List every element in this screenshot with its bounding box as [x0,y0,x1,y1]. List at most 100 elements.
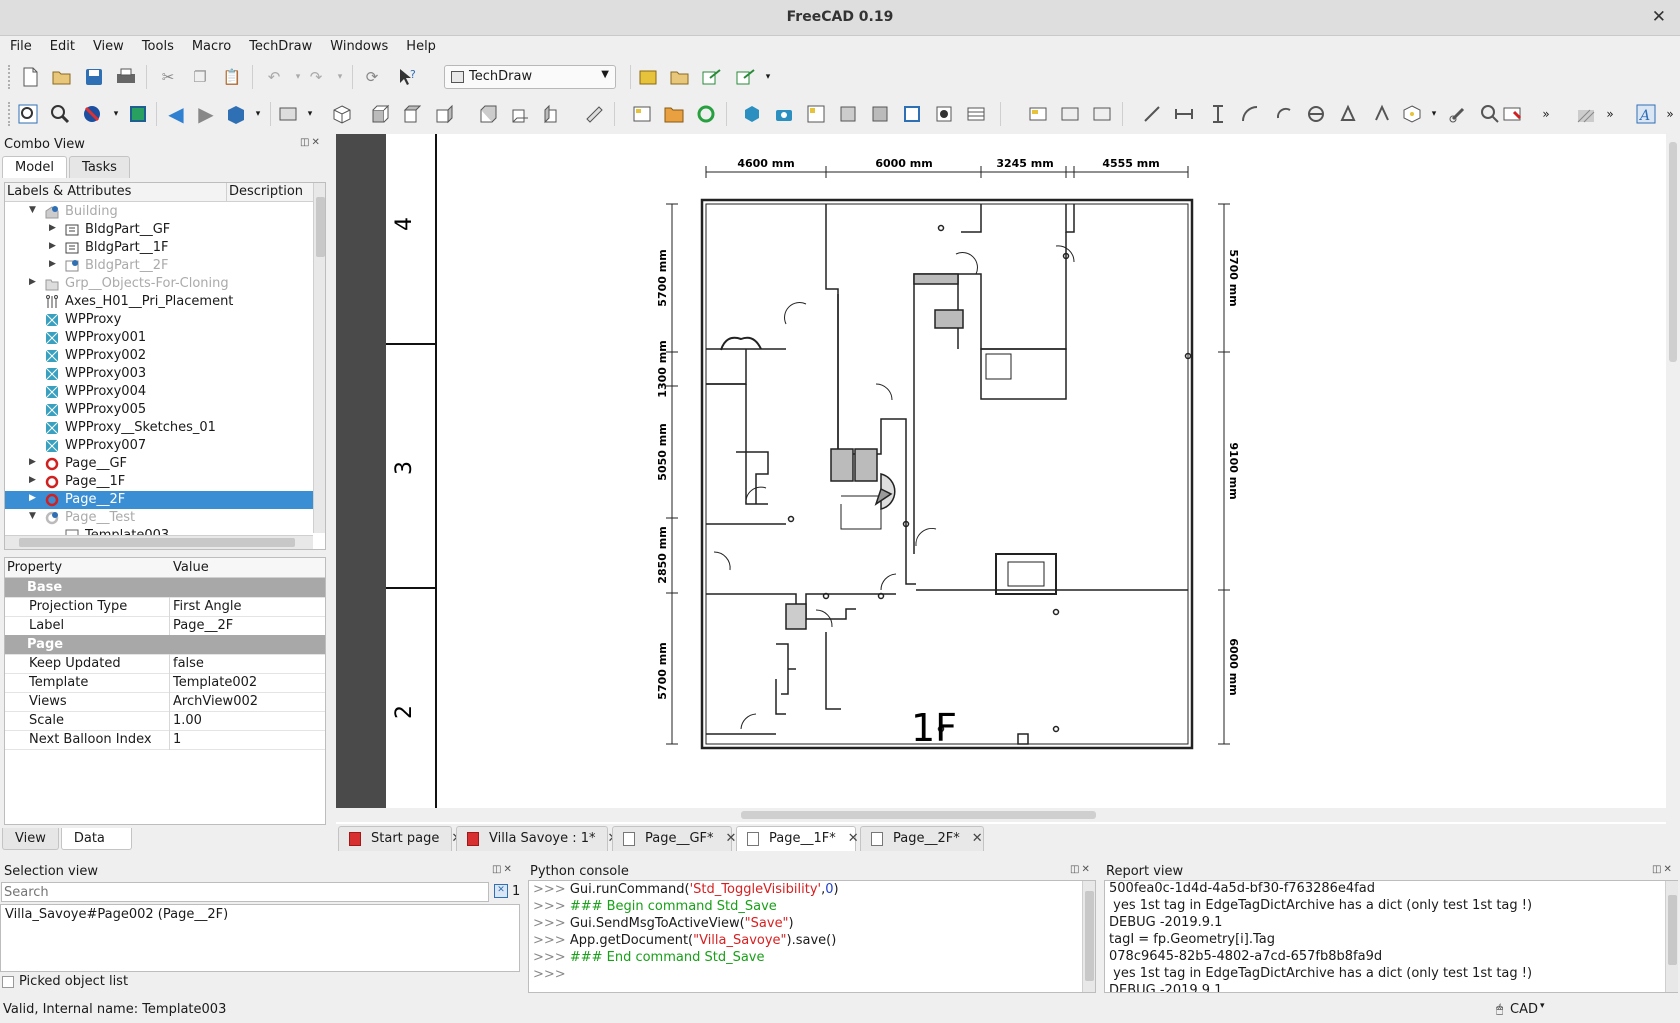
property-row[interactable]: Label Page__2F [5,616,325,636]
expand-arrow-icon[interactable]: ▶ [49,241,59,251]
property-group[interactable]: Page [5,635,325,655]
property-row[interactable]: Keep Updated false [5,654,325,674]
angle-dimension-icon[interactable] [1304,102,1328,126]
scroll-thumb[interactable] [1668,895,1677,965]
tree-vertical-scrollbar[interactable] [313,183,325,533]
dock-float-close-icon[interactable]: ◫✕ [492,864,514,875]
property-value[interactable]: Page__2F [173,618,233,633]
export-page-svg-icon[interactable] [1500,102,1524,126]
top-view-icon[interactable] [400,102,424,126]
scroll-thumb[interactable] [19,538,295,547]
property-value[interactable]: ArchView002 [173,694,258,709]
undo-icon[interactable]: ↶ [262,65,286,89]
new-document-icon[interactable] [18,65,42,89]
property-value[interactable]: 1.00 [173,713,202,728]
print-icon[interactable] [114,65,138,89]
insert-default-page-icon[interactable] [662,102,686,126]
toolbar-grip[interactable] [8,65,12,89]
property-value[interactable]: First Angle [173,599,242,614]
tree-item[interactable]: ▶ Page__1F [5,473,315,491]
std-views-icon[interactable] [276,102,300,126]
macro-record-icon[interactable] [636,65,660,89]
close-window-icon[interactable]: ✕ [1652,7,1666,27]
projection-group-icon[interactable] [804,102,828,126]
property-header-name[interactable]: Property [7,560,62,575]
menu-windows[interactable]: Windows [320,36,396,54]
tree-item[interactable]: ▶ BldgPart__2F [5,257,315,275]
document-tab[interactable]: Page__2F* ✕ [860,826,984,851]
tree-item[interactable]: Template003 [5,527,315,535]
tree-item[interactable]: WPProxy001 [5,329,315,347]
menu-help[interactable]: Help [396,36,444,54]
dock-float-close-icon[interactable]: ◫✕ [300,137,322,148]
bounding-box-icon[interactable] [126,102,150,126]
tree-item[interactable]: ▶ Grp__Objects-For-Cloning [5,275,315,293]
tab-data[interactable]: Data [60,828,132,850]
tree-item[interactable]: WPProxy__Sketches_01 [5,419,315,437]
tree-item[interactable]: WPProxy [5,311,315,329]
more-tools-icon[interactable]: » [1658,102,1680,126]
collapse-arrow-icon[interactable]: ▼ [29,511,39,521]
navigation-dropdown-icon[interactable]: ▾ [1540,1001,1545,1011]
list-item[interactable]: Villa_Savoye#Page002 (Page__2F) [1,905,519,922]
menu-edit[interactable]: Edit [40,36,83,54]
annotation-icon[interactable]: A [1634,102,1658,126]
property-row[interactable]: Next Balloon Index 1 [5,730,325,750]
tree-item[interactable]: ▶ Page__GF [5,455,315,473]
clip-add-icon[interactable] [1058,102,1082,126]
save-icon[interactable] [82,65,106,89]
vertical-dimension-icon[interactable] [1206,102,1230,126]
refresh-icon[interactable]: ⟳ [360,65,384,89]
redo-icon[interactable]: ↷ [304,65,328,89]
dimension-dropdown-icon[interactable]: ▾ [1422,102,1446,126]
spreadsheet-view-icon[interactable] [964,102,988,126]
clip-group-icon[interactable] [1026,102,1050,126]
document-tab[interactable]: Page__GF* ✕ [612,826,736,851]
right-view-icon[interactable] [432,102,456,126]
tree-item[interactable]: ▶ BldgPart__1F [5,239,315,257]
menu-view[interactable]: View [83,36,132,54]
tree-header-description[interactable]: Description [227,183,305,201]
section-view-icon[interactable] [836,102,860,126]
clear-search-icon[interactable]: ✕ [494,884,508,898]
clip-remove-icon[interactable] [1090,102,1114,126]
python-console-output[interactable]: >>> Gui.runCommand('Std_ToggleVisibility… [528,880,1096,993]
macro-folder-icon[interactable] [668,65,692,89]
tab-view[interactable]: View [2,828,59,850]
tree-item[interactable]: WPProxy003 [5,365,315,383]
open-icon[interactable] [50,65,74,89]
workbench-selector[interactable]: TechDraw ▼ [444,65,616,89]
close-tab-icon[interactable]: ✕ [972,831,983,846]
document-tab[interactable]: Start page✕ [338,826,462,851]
tree-item[interactable]: ▼ Building [5,203,315,221]
more-tools-icon[interactable]: » [1534,102,1558,126]
detail-view-icon[interactable] [868,102,892,126]
report-vertical-scrollbar[interactable] [1665,881,1678,992]
back-icon[interactable]: ◀ [164,102,188,126]
redo-dropdown-icon[interactable]: ▾ [328,65,352,89]
front-view-icon[interactable] [368,102,392,126]
share-dropdown-icon[interactable]: ▾ [756,65,780,89]
hatch-icon[interactable] [1574,102,1598,126]
landmark-dimension-icon[interactable] [1400,102,1424,126]
scroll-thumb[interactable] [1085,891,1094,981]
drawing-viewport[interactable]: 4 3 2 4600 mm 6000 mm 3245 mm 4555 mm 57… [336,134,1680,824]
toolbar-grip[interactable] [8,102,12,126]
tree-horizontal-scrollbar[interactable] [5,535,313,549]
expand-arrow-icon[interactable]: ▶ [49,223,59,233]
tree-header-labels[interactable]: Labels & Attributes [5,183,227,201]
cut-icon[interactable]: ✂ [156,65,180,89]
navigation-style[interactable]: CAD [1510,1002,1538,1017]
whats-this-icon[interactable]: ? [396,65,420,89]
tree-item[interactable]: ▶ BldgPart__GF [5,221,315,239]
tab-tasks[interactable]: Tasks [69,156,130,178]
paste-icon[interactable]: 📋 [220,65,244,89]
measure-icon[interactable] [582,102,606,126]
console-vertical-scrollbar[interactable] [1082,881,1095,992]
tree-item[interactable]: WPProxy002 [5,347,315,365]
tab-model[interactable]: Model [2,156,68,178]
expand-arrow-icon[interactable]: ▶ [29,457,39,467]
scroll-thumb[interactable] [316,197,325,257]
link-dimension-icon[interactable] [1446,102,1470,126]
document-tab[interactable]: Page__1F* ✕ [736,826,859,851]
